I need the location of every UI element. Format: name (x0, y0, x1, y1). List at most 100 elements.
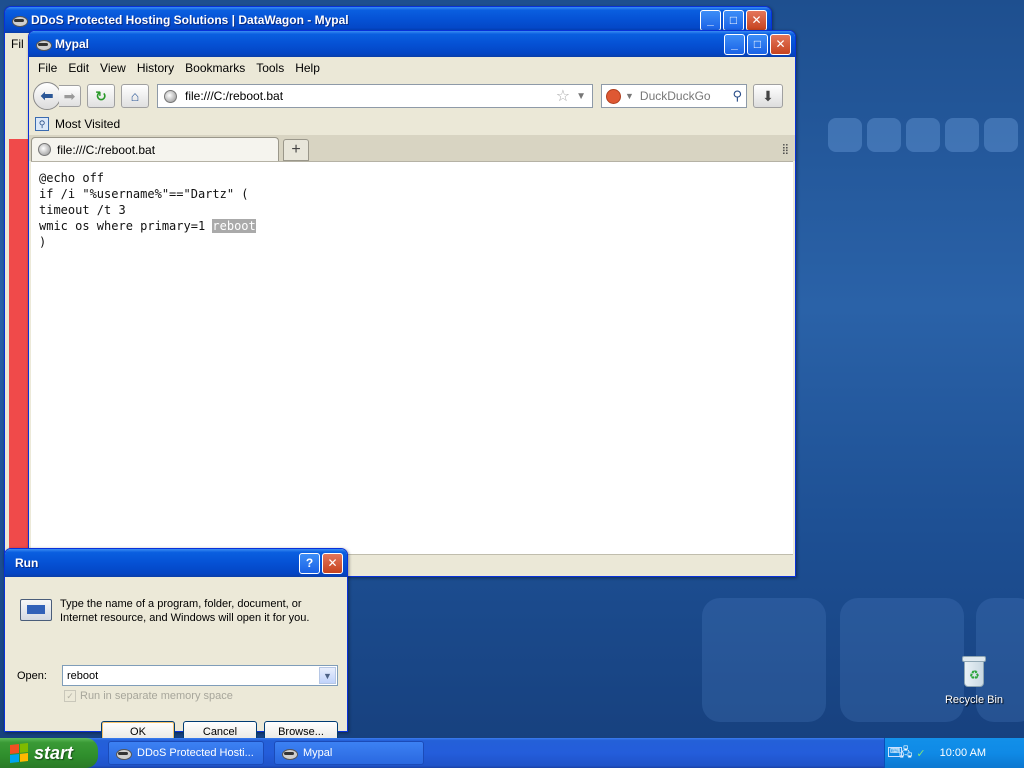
start-button[interactable]: start (0, 738, 98, 768)
start-label: start (34, 742, 74, 763)
taskbar-item-label: Mypal (303, 747, 333, 759)
forward-button[interactable]: ➡ (59, 85, 81, 107)
clock[interactable]: 10:00 AM (940, 747, 986, 759)
desktop-tile (702, 598, 826, 722)
code-line-text: wmic os where primary=1 (39, 219, 213, 233)
search-bar[interactable]: ▼ DuckDuckGo ⚲ (601, 84, 747, 108)
help-button[interactable]: ? (299, 552, 320, 574)
close-button[interactable]: ✕ (322, 552, 343, 574)
downloads-button[interactable]: ⬇ (753, 84, 783, 108)
close-button[interactable]: ✕ (746, 9, 767, 31)
search-icon[interactable]: ⚲ (732, 88, 742, 104)
selected-text[interactable]: reboot (212, 219, 256, 233)
separate-memory-checkbox: ✓ Run in separate memory space (64, 690, 233, 702)
back-arrow-icon: ⬅ (40, 88, 54, 105)
address-bar[interactable]: file:///C:/reboot.bat ☆ ▼ (157, 84, 593, 108)
url-text[interactable]: file:///C:/reboot.bat (185, 89, 556, 103)
mypal-icon (11, 13, 28, 27)
menu-help[interactable]: Help (295, 61, 320, 75)
download-arrow-icon: ⬇ (762, 87, 774, 104)
home-button[interactable]: ⌂ (121, 84, 149, 108)
home-icon: ⌂ (130, 88, 140, 104)
reload-button[interactable]: ↻ (87, 84, 115, 108)
tab-strip: file:///C:/reboot.bat + ⣿ (29, 135, 795, 161)
taskbar-item-ddos[interactable]: DDoS Protected Hosti... (108, 741, 264, 765)
taskbar-item-label: DDoS Protected Hosti... (137, 747, 254, 759)
run-program-icon (20, 599, 52, 621)
system-tray: 🖧 ✓ 10:00 AM (884, 738, 1024, 768)
run-dialog-body: Type the name of a program, folder, docu… (8, 577, 344, 742)
menu-file[interactable]: File (38, 61, 57, 75)
reload-icon: ↻ (95, 87, 107, 104)
keyboard-icon[interactable]: ⌨ (888, 747, 902, 757)
desktop-tile (867, 118, 901, 152)
windows-flag-icon (10, 743, 28, 763)
search-engine-dropdown-icon[interactable]: ▼ (625, 91, 634, 101)
menu-file-fragment[interactable]: Fil (11, 37, 24, 51)
bookmarks-toolbar: ⚲ Most Visited (29, 113, 795, 135)
taskbar: start DDoS Protected Hosti... Mypal 🖧 ✓ … (0, 738, 1024, 768)
mypal-titlebar[interactable]: Mypal _ □ ✕ (29, 31, 795, 57)
dropdown-arrow-icon[interactable]: ▼ (319, 667, 336, 684)
page-content[interactable]: @echo off if /i "%username%"=="Dartz" ( ti… (31, 161, 793, 554)
menu-history[interactable]: History (137, 61, 174, 75)
safely-remove-icon[interactable]: ✓ (916, 747, 925, 760)
back-button[interactable]: ⬅ (33, 82, 61, 110)
mypal-icon (281, 746, 298, 760)
menu-view[interactable]: View (100, 61, 126, 75)
desktop-tile (984, 118, 1018, 152)
list-all-tabs-icon[interactable]: ⣿ (782, 144, 789, 155)
mypal-window[interactable]: Mypal _ □ ✕ File Edit View History Bookm… (28, 30, 796, 577)
recycle-bin[interactable]: ♻ Recycle Bin (938, 656, 1010, 706)
navigation-toolbar: ⬅ ➡ ↻ ⌂ file:///C:/reboot.bat ☆ ▼ ▼ Duck… (29, 79, 795, 113)
minimize-button[interactable]: _ (700, 9, 721, 31)
file-text: @echo off if /i "%username%"=="Dartz" ( ti… (39, 170, 785, 250)
site-identity-icon[interactable] (164, 89, 177, 103)
tab-reboot-bat[interactable]: file:///C:/reboot.bat (31, 137, 279, 161)
desktop-tile (906, 118, 940, 152)
tab-title: file:///C:/reboot.bat (57, 142, 156, 157)
menu-tools[interactable]: Tools (256, 61, 284, 75)
close-button[interactable]: ✕ (770, 33, 791, 55)
desktop-tile (828, 118, 862, 152)
recycle-bin-label: Recycle Bin (944, 694, 1004, 706)
minimize-button[interactable]: _ (724, 33, 745, 55)
open-label: Open: (17, 670, 47, 682)
code-line: ) (39, 235, 47, 249)
duckduckgo-icon[interactable] (606, 88, 621, 104)
bookmark-star-icon[interactable]: ☆ (556, 86, 570, 106)
desktop-tile (945, 118, 979, 152)
code-line: @echo off (39, 171, 105, 185)
ddos-window-title: DDoS Protected Hosting Solutions | DataW… (31, 13, 349, 27)
code-line: if /i "%username%"=="Dartz" ( (39, 187, 249, 201)
taskbar-item-mypal[interactable]: Mypal (274, 741, 424, 765)
maximize-button[interactable]: □ (747, 33, 768, 55)
search-input[interactable]: DuckDuckGo (640, 89, 733, 103)
recycle-bin-icon: ♻ (960, 656, 988, 688)
most-visited-bookmark[interactable]: Most Visited (55, 117, 120, 131)
mypal-window-title: Mypal (55, 37, 90, 51)
mypal-icon (115, 746, 132, 760)
run-dialog[interactable]: Run ? ✕ Type the name of a program, fold… (4, 548, 348, 742)
checkbox-label: Run in separate memory space (80, 690, 233, 702)
open-combobox[interactable]: reboot ▼ (62, 665, 338, 686)
checkbox-check-icon: ✓ (64, 690, 76, 702)
code-line: wmic os where primary=1 reboot (39, 218, 785, 234)
url-dropdown-icon[interactable]: ▼ (576, 91, 586, 102)
plus-icon: + (291, 141, 301, 158)
mypal-icon (35, 37, 52, 51)
open-input[interactable]: reboot (63, 670, 319, 682)
tab-favicon-icon (38, 143, 51, 156)
new-tab-button[interactable]: + (283, 139, 309, 161)
run-dialog-title: Run (15, 556, 39, 570)
most-visited-icon: ⚲ (35, 117, 49, 131)
maximize-button[interactable]: □ (723, 9, 744, 31)
run-titlebar[interactable]: Run ? ✕ (5, 549, 347, 577)
run-description: Type the name of a program, folder, docu… (60, 598, 310, 624)
menu-edit[interactable]: Edit (68, 61, 89, 75)
ddos-page-content (9, 139, 29, 567)
forward-arrow-icon: ➡ (63, 87, 76, 104)
menubar: File Edit View History Bookmarks Tools H… (29, 57, 795, 79)
code-line: timeout /t 3 (39, 203, 126, 217)
menu-bookmarks[interactable]: Bookmarks (185, 61, 245, 75)
